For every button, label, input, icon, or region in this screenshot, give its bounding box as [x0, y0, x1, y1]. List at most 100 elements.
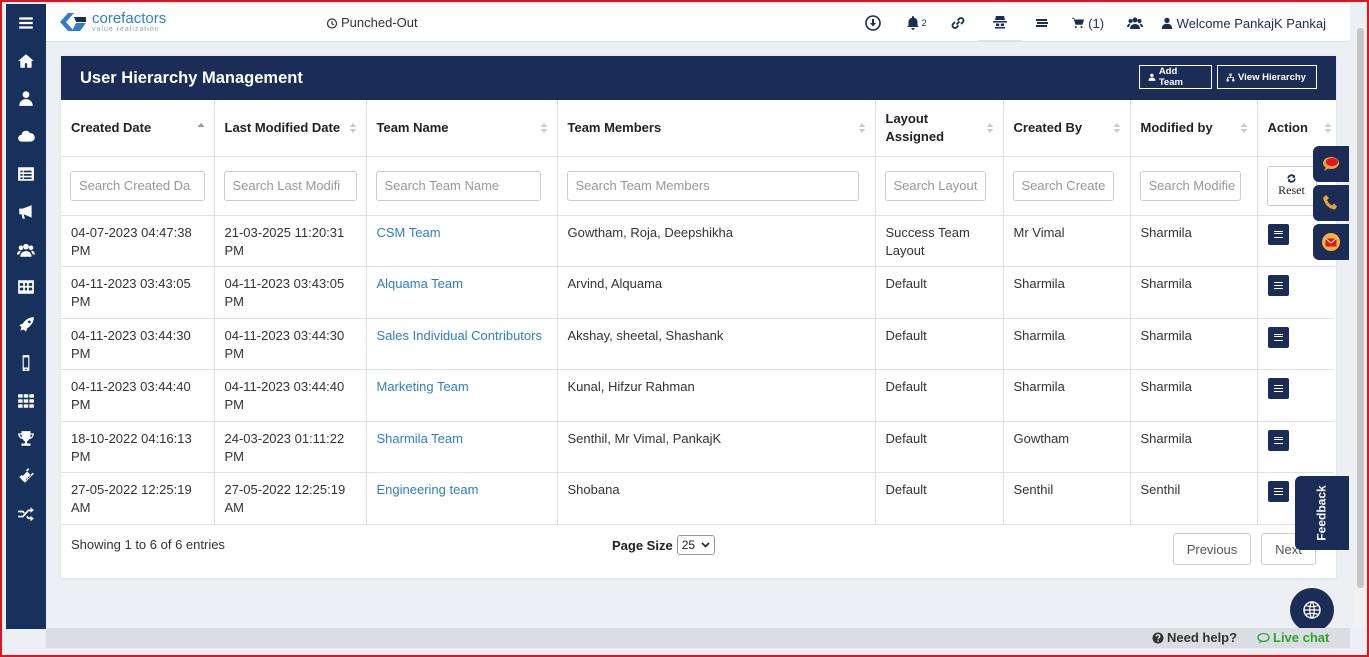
link-icon[interactable]	[937, 4, 979, 42]
ticket-icon[interactable]	[6, 458, 46, 496]
cart-icon	[1072, 17, 1085, 29]
megaphone-icon[interactable]	[6, 193, 46, 231]
list-icon[interactable]	[6, 155, 46, 193]
previous-button[interactable]: Previous	[1173, 533, 1251, 565]
phone-icon[interactable]	[1313, 185, 1349, 221]
grid-icon[interactable]	[6, 382, 46, 420]
notifications-bell-icon[interactable]: 2	[895, 4, 937, 42]
punch-status-label: Punched-Out	[341, 15, 418, 30]
cell-layout: Default	[875, 472, 1004, 525]
download-icon[interactable]	[851, 4, 895, 42]
team-name-link[interactable]: Alquama Team	[377, 276, 463, 291]
sort-icon	[540, 122, 547, 133]
search-created-date-input[interactable]: Search Created Da	[70, 170, 205, 201]
sort-icon	[986, 122, 993, 133]
search-modified-by-input[interactable]: Search Modifie	[1139, 170, 1241, 201]
edit-team-icon[interactable]	[1267, 223, 1289, 245]
column-header-created-date[interactable]: Created Date	[61, 100, 215, 157]
column-label: Team Name	[376, 120, 449, 136]
chevron-down-icon	[701, 542, 710, 548]
column-header-team-name[interactable]: Team Name	[366, 100, 558, 157]
cell-created-by: Sharmila	[1003, 369, 1131, 422]
cell-team-members: Gowtham, Roja, Deepshikha	[557, 215, 876, 267]
edit-team-icon[interactable]	[1267, 429, 1289, 451]
team-name-link[interactable]: Marketing Team	[377, 379, 469, 394]
column-label: Layout Assigned	[885, 110, 945, 144]
sort-icon	[1240, 122, 1247, 133]
cell-created-by: Senthil	[1003, 472, 1131, 525]
corefactors-logo[interactable]: corefactors value realization	[58, 11, 166, 33]
column-label: Modified by	[1140, 120, 1213, 136]
cell-modified-date: 24-03-2023 01:11:22 PM	[214, 421, 367, 473]
team-name-link[interactable]: CSM Team	[377, 225, 441, 240]
need-help-label: Need help?	[1167, 630, 1238, 645]
cell-modified-by: Sharmila	[1130, 369, 1258, 422]
user-profile-menu[interactable]: Welcome PankajK Pankaj	[1157, 4, 1350, 42]
column-header-modified-by[interactable]: Modified by	[1130, 100, 1258, 157]
cell-team-members: Akshay, sheetal, Shashank	[557, 318, 876, 370]
sidebar	[6, 4, 46, 629]
chat-bubble-icon[interactable]	[1313, 146, 1349, 182]
column-header-layout-assigned[interactable]: Layout Assigned	[875, 100, 1004, 157]
mobile-icon[interactable]	[6, 344, 46, 382]
cell-layout: Success Team Layout	[875, 215, 1004, 267]
language-globe-button[interactable]	[1290, 588, 1334, 632]
view-hierarchy-button[interactable]: View Hierarchy	[1217, 65, 1317, 89]
cell-created-by: Mr Vimal	[1003, 215, 1131, 267]
logo-name: corefactors	[92, 10, 167, 27]
cloud-icon[interactable]	[6, 117, 46, 155]
sort-icon	[349, 122, 356, 133]
shuffle-icon[interactable]	[6, 495, 46, 533]
column-header-last-modified-date[interactable]: Last Modified Date	[214, 100, 367, 157]
punch-status[interactable]: Punched-Out	[326, 15, 418, 30]
table-icon[interactable]	[6, 269, 46, 307]
column-header-created-by[interactable]: Created By	[1003, 100, 1131, 157]
page-scrollbar[interactable]	[1355, 26, 1365, 626]
column-header-team-members[interactable]: Team Members	[557, 100, 876, 157]
edit-team-icon[interactable]	[1267, 481, 1289, 502]
mail-icon[interactable]	[1313, 224, 1349, 260]
edit-team-icon[interactable]	[1267, 326, 1289, 348]
user-icon[interactable]	[6, 80, 46, 118]
feedback-tab[interactable]: Feedback	[1295, 476, 1349, 550]
search-layout-input[interactable]: Search Layout	[884, 170, 986, 201]
column-label: Created By	[1013, 120, 1083, 136]
users-icon[interactable]	[6, 231, 46, 269]
feedback-label: Feedback	[1315, 485, 1330, 541]
cell-created-by: Gowtham	[1003, 421, 1131, 473]
notification-count: 2	[921, 18, 927, 28]
money-icon[interactable]	[1021, 4, 1063, 42]
sort-icon	[1113, 122, 1120, 133]
cart-count: (1)	[1088, 15, 1105, 31]
reset-button[interactable]: Reset	[1266, 165, 1317, 206]
add-team-button[interactable]: Add Team	[1139, 65, 1212, 89]
cell-created-by: Sharmila	[1003, 318, 1131, 370]
team-name-link[interactable]: Sales Individual Contributors	[377, 328, 542, 343]
cell-created-date: 04-11-2023 03:43:05 PM	[61, 266, 215, 319]
edit-team-icon[interactable]	[1267, 275, 1289, 296]
search-team-members-input[interactable]: Search Team Members	[566, 170, 859, 201]
search-created-by-input[interactable]: Search Create	[1012, 170, 1114, 201]
home-icon[interactable]	[6, 42, 46, 80]
hierarchy-panel: User Hierarchy Management Add Team View …	[61, 56, 1336, 578]
search-team-name-input[interactable]: Search Team Name	[375, 170, 541, 201]
cell-layout: Default	[875, 421, 1004, 473]
cell-modified-date: 21-03-2025 11:20:31 PM	[214, 215, 367, 267]
page-size-select[interactable]: 25	[676, 535, 716, 555]
menu-icon[interactable]	[6, 4, 46, 42]
cell-created-date: 04-11-2023 03:44:30 PM	[61, 318, 215, 370]
team-name-link[interactable]: Sharmila Team	[377, 431, 463, 446]
team-name-link[interactable]: Engineering team	[377, 482, 479, 497]
agent-spy-icon[interactable]	[978, 4, 1021, 42]
logo-mark-icon	[60, 13, 86, 31]
trophy-icon[interactable]	[6, 420, 46, 458]
team-users-icon[interactable]	[1113, 4, 1157, 42]
cart-button[interactable]: (1)	[1063, 4, 1113, 42]
cell-modified-date: 04-11-2023 03:44:40 PM	[214, 369, 367, 422]
need-help-link[interactable]: Need help?	[1152, 630, 1237, 645]
rocket-icon[interactable]	[6, 306, 46, 344]
edit-team-icon[interactable]	[1267, 378, 1289, 399]
search-last-modified-input[interactable]: Search Last Modifi	[223, 170, 357, 201]
live-chat-link[interactable]: Live chat	[1257, 630, 1329, 645]
scrollbar-thumb[interactable]	[1357, 28, 1364, 588]
